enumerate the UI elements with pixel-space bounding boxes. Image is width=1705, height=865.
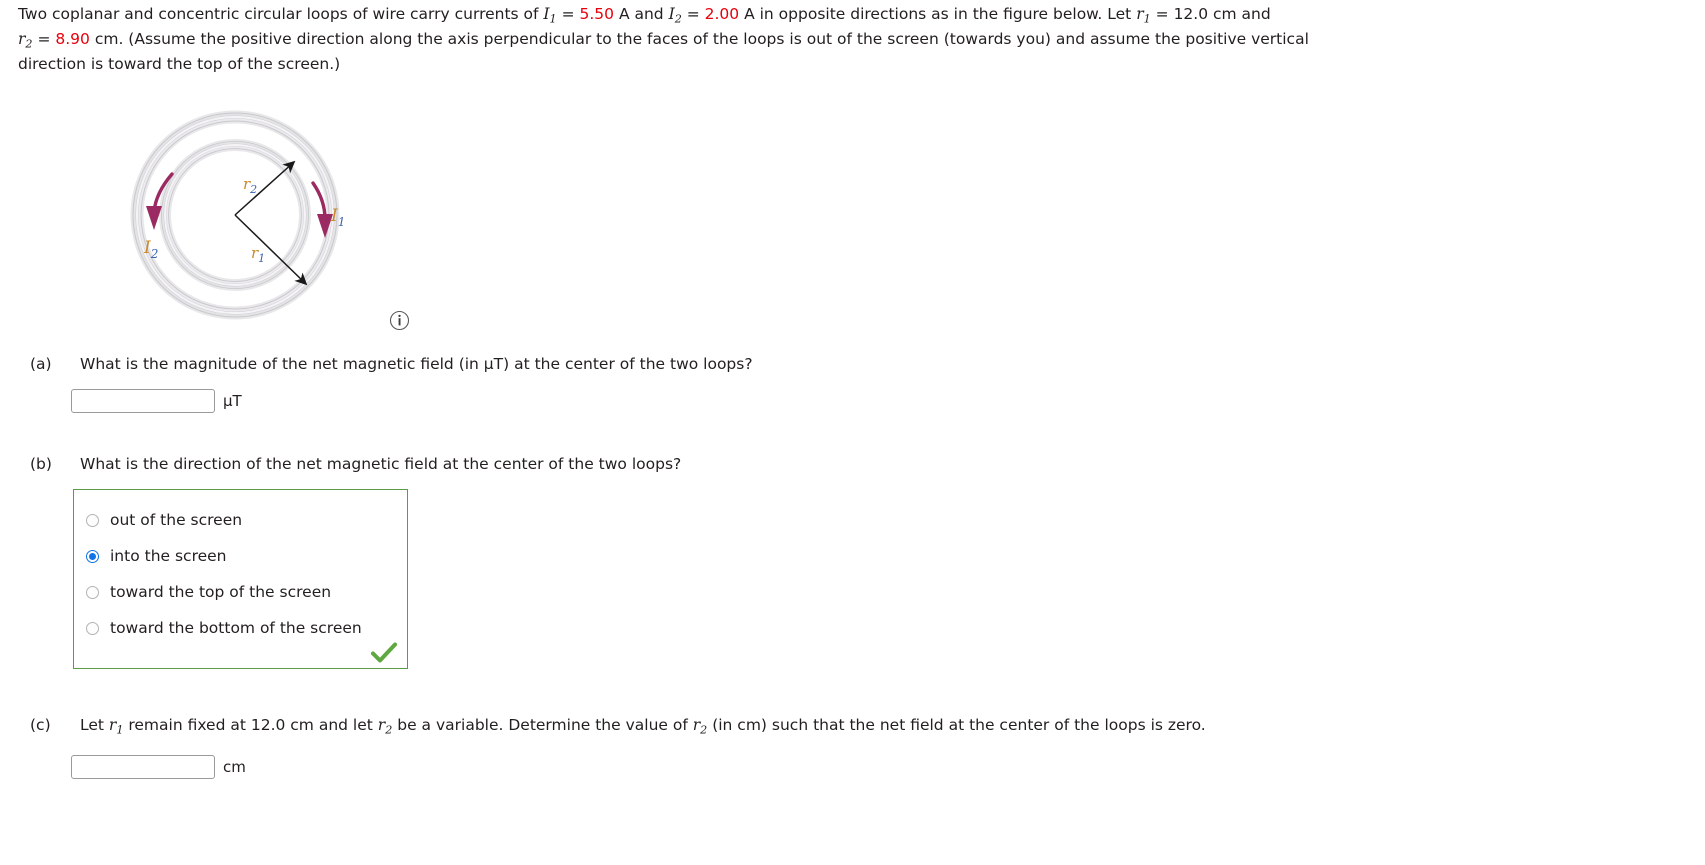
part-c-unit: cm (223, 758, 246, 776)
radius-r1-label: r1 (251, 244, 265, 265)
radius-1-value: 12.0 cm (1173, 5, 1237, 23)
part-c-text-1: Let (80, 716, 109, 734)
problem-text-part-3: A in opposite directions as in the figur… (739, 5, 1137, 23)
choice-label-out-of-screen: out of the screen (110, 511, 243, 529)
part-a-label: (a) (30, 355, 52, 373)
equals-4: = (32, 30, 56, 49)
equals-2: = (681, 5, 705, 23)
figure-info-icon[interactable] (389, 310, 410, 331)
radio-toward-top[interactable] (86, 585, 99, 599)
radio-into-screen[interactable] (86, 549, 99, 563)
part-c-label: (c) (30, 716, 51, 734)
current-2-subscript: 2 (674, 12, 682, 26)
radius-2-value: 8.90 (55, 30, 90, 49)
part-c-text-4: (in cm) such that the net field at the c… (707, 716, 1206, 734)
part-b-label: (b) (30, 455, 52, 473)
problem-statement: Two coplanar and concentric circular loo… (18, 2, 1686, 77)
radio-toward-bottom[interactable] (86, 621, 99, 635)
part-a-question: What is the magnitude of the net magneti… (80, 355, 753, 373)
part-a-answer-row: µT (71, 389, 242, 413)
current-i2-label: I2 (143, 238, 158, 261)
radius-2-subscript: 2 (25, 37, 33, 51)
choice-toward-bottom[interactable]: toward the bottom of the screen (86, 610, 393, 646)
choice-out-of-screen[interactable]: out of the screen (86, 502, 393, 538)
part-a-unit: µT (223, 392, 242, 410)
problem-text-part-2: A and (614, 5, 669, 23)
radio-out-of-screen[interactable] (86, 513, 99, 527)
loops-diagram-svg: r2 r1 I2 I1 (130, 110, 345, 320)
choice-label-toward-top: toward the top of the screen (110, 583, 332, 601)
current-2-value: 2.00 (704, 5, 740, 23)
part-b-question: What is the direction of the net magneti… (80, 455, 682, 473)
correct-answer-checkmark (371, 642, 397, 664)
part-b-choice-box: out of the screen into the screen toward… (73, 489, 408, 669)
part-c-text-3: be a variable. Determine the value of (392, 716, 693, 734)
equals-1: = (556, 5, 580, 23)
problem-text-part-5: cm. (Assume the positive direction along… (89, 30, 1309, 49)
choice-label-into-screen: into the screen (110, 547, 227, 565)
radius-r2-label: r2 (243, 175, 257, 196)
equals-3: = (1150, 5, 1174, 23)
part-a-input[interactable] (71, 389, 215, 413)
radius-1-symbol: r (1136, 5, 1144, 23)
current-1-subscript: 1 (549, 12, 557, 26)
choice-toward-top[interactable]: toward the top of the screen (86, 574, 393, 610)
part-c-text-2: remain fixed at 12.0 cm and let (123, 716, 378, 734)
problem-text-part-6: direction is toward the top of the scree… (18, 55, 341, 74)
choice-into-screen[interactable]: into the screen (86, 538, 393, 574)
problem-text-part-1: Two coplanar and concentric circular loo… (18, 5, 544, 23)
radius-1-subscript: 1 (1143, 12, 1151, 26)
current-i1-label: I1 (330, 206, 345, 229)
problem-text-part-4: and (1236, 5, 1271, 23)
part-c-answer-row: cm (71, 755, 246, 779)
loops-figure: r2 r1 I2 I1 (128, 106, 353, 324)
current-1-value: 5.50 (579, 5, 615, 23)
choice-label-toward-bottom: toward the bottom of the screen (110, 619, 362, 637)
part-c-question: Let r1 remain fixed at 12.0 cm and let r… (80, 716, 1206, 736)
part-c-input[interactable] (71, 755, 215, 779)
